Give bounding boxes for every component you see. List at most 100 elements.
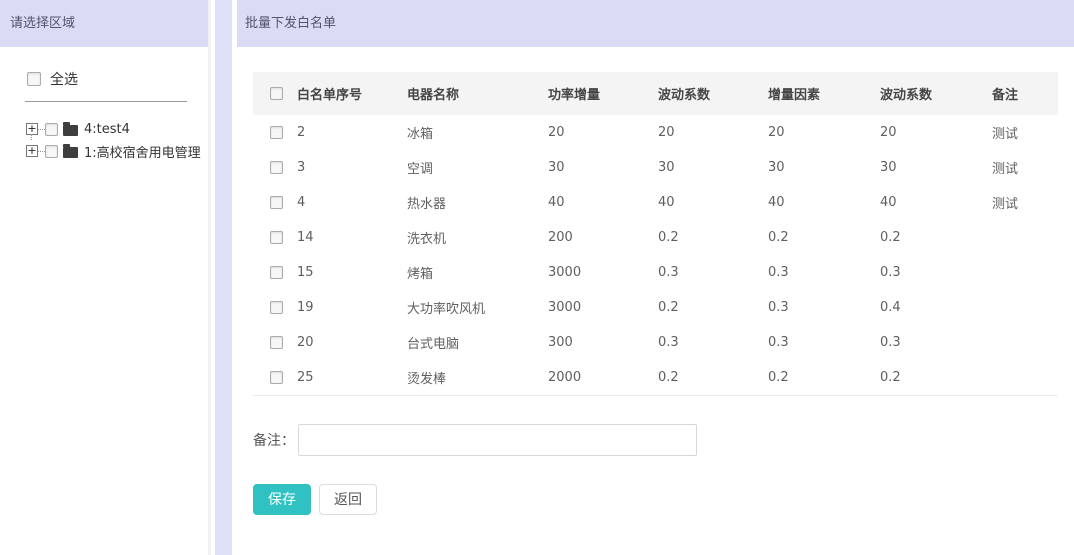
table-cell: 0.2 bbox=[768, 220, 880, 255]
table-cell: 40 bbox=[880, 185, 992, 220]
table-cell: 4 bbox=[297, 185, 407, 220]
table-header-row: 白名单序号 电器名称 功率增量 波动系数 增量因素 波动系数 备注 bbox=[253, 72, 1058, 115]
column-header: 波动系数 bbox=[880, 72, 992, 115]
column-header: 波动系数 bbox=[658, 72, 768, 115]
panel-divider-strip bbox=[215, 0, 232, 555]
row-checkbox[interactable] bbox=[270, 196, 283, 209]
table-cell: 0.2 bbox=[658, 220, 768, 255]
table-cell bbox=[992, 325, 1058, 360]
table-cell: 0.2 bbox=[658, 290, 768, 325]
table-row: 15 烤箱 3000 0.3 0.3 0.3 bbox=[253, 255, 1058, 290]
table-cell: 40 bbox=[658, 185, 768, 220]
table-cell: 25 bbox=[297, 360, 407, 395]
table-cell: 0.3 bbox=[658, 325, 768, 360]
table-cell: 0.3 bbox=[880, 255, 992, 290]
table-cell: 0.4 bbox=[880, 290, 992, 325]
table-row: 20 台式电脑 300 0.3 0.3 0.3 bbox=[253, 325, 1058, 360]
tree-node: + 4:test4 bbox=[26, 118, 208, 140]
table-cell: 2 bbox=[297, 115, 407, 150]
table-cell: 测试 bbox=[992, 150, 1058, 185]
table-cell: 烤箱 bbox=[407, 255, 548, 290]
table-cell: 300 bbox=[548, 325, 658, 360]
table-cell: 2000 bbox=[548, 360, 658, 395]
remark-label: 备注： bbox=[253, 430, 295, 450]
table-row: 4 热水器 40 40 40 40 测试 bbox=[253, 185, 1058, 220]
table-cell bbox=[992, 360, 1058, 395]
table-cell: 200 bbox=[548, 220, 658, 255]
tree-connector bbox=[38, 129, 45, 130]
table-cell: 0.2 bbox=[768, 360, 880, 395]
tree-node-checkbox[interactable] bbox=[45, 123, 58, 136]
row-checkbox[interactable] bbox=[270, 266, 283, 279]
table-cell: 0.3 bbox=[768, 255, 880, 290]
table-row: 14 洗衣机 200 0.2 0.2 0.2 bbox=[253, 220, 1058, 255]
tree-connector bbox=[38, 151, 45, 152]
table-cell: 0.2 bbox=[880, 220, 992, 255]
row-checkbox[interactable] bbox=[270, 301, 283, 314]
header-select-all-checkbox[interactable] bbox=[270, 87, 283, 100]
region-sidebar: 请选择区域 全选 + 4:test4 + 1:高校宿舍用电管理 bbox=[0, 0, 211, 555]
select-all-label[interactable]: 全选 bbox=[50, 69, 78, 89]
folder-icon bbox=[63, 125, 78, 136]
table-row: 25 烫发棒 2000 0.2 0.2 0.2 bbox=[253, 360, 1058, 395]
main-panel: 批量下发白名单 白名单序号 电器名称 功率增量 波动系数 增量因素 波动系数 备… bbox=[237, 0, 1074, 555]
table-cell bbox=[992, 255, 1058, 290]
table-cell: 0.3 bbox=[768, 290, 880, 325]
table-cell: 3000 bbox=[548, 255, 658, 290]
table-cell: 30 bbox=[658, 150, 768, 185]
table-cell: 冰箱 bbox=[407, 115, 548, 150]
row-checkbox[interactable] bbox=[270, 336, 283, 349]
region-tree: + 4:test4 + 1:高校宿舍用电管理 bbox=[26, 118, 208, 162]
page-title: 批量下发白名单 bbox=[237, 0, 1074, 47]
expand-icon[interactable]: + bbox=[26, 123, 38, 135]
table-cell: 19 bbox=[297, 290, 407, 325]
table-cell bbox=[992, 220, 1058, 255]
table-cell: 30 bbox=[880, 150, 992, 185]
remark-form-row: 备注： bbox=[253, 424, 1074, 456]
table-cell: 20 bbox=[548, 115, 658, 150]
table-cell: 热水器 bbox=[407, 185, 548, 220]
table-cell: 0.2 bbox=[658, 360, 768, 395]
table-cell: 0.2 bbox=[880, 360, 992, 395]
table-cell: 15 bbox=[297, 255, 407, 290]
sidebar-divider bbox=[25, 101, 187, 102]
table-cell: 洗衣机 bbox=[407, 220, 548, 255]
table-cell: 空调 bbox=[407, 150, 548, 185]
table-cell: 3000 bbox=[548, 290, 658, 325]
row-checkbox[interactable] bbox=[270, 126, 283, 139]
column-header: 电器名称 bbox=[407, 72, 548, 115]
row-checkbox[interactable] bbox=[270, 371, 283, 384]
whitelist-table: 白名单序号 电器名称 功率增量 波动系数 增量因素 波动系数 备注 2 冰箱 2… bbox=[253, 72, 1058, 396]
expand-icon[interactable]: + bbox=[26, 145, 38, 157]
save-button[interactable]: 保存 bbox=[253, 484, 311, 515]
table-cell bbox=[992, 290, 1058, 325]
table-cell: 0.3 bbox=[768, 325, 880, 360]
sidebar-title: 请选择区域 bbox=[0, 0, 208, 47]
table-cell: 40 bbox=[768, 185, 880, 220]
table-row: 19 大功率吹风机 3000 0.2 0.3 0.4 bbox=[253, 290, 1058, 325]
whitelist-table-wrap: 白名单序号 电器名称 功率增量 波动系数 增量因素 波动系数 备注 2 冰箱 2… bbox=[253, 72, 1074, 396]
tree-node-label[interactable]: 4:test4 bbox=[84, 122, 130, 137]
row-checkbox[interactable] bbox=[270, 161, 283, 174]
tree-node: + 1:高校宿舍用电管理 bbox=[26, 140, 208, 162]
table-cell: 测试 bbox=[992, 185, 1058, 220]
column-header: 增量因素 bbox=[768, 72, 880, 115]
tree-node-label[interactable]: 1:高校宿舍用电管理 bbox=[84, 142, 201, 161]
tree-node-checkbox[interactable] bbox=[45, 145, 58, 158]
table-cell: 0.3 bbox=[658, 255, 768, 290]
select-all-checkbox[interactable] bbox=[27, 72, 41, 86]
action-buttons-row: 保存 返回 bbox=[253, 484, 1074, 515]
table-cell: 20 bbox=[297, 325, 407, 360]
remark-input[interactable] bbox=[298, 424, 697, 456]
table-cell: 20 bbox=[768, 115, 880, 150]
table-cell: 30 bbox=[768, 150, 880, 185]
table-cell: 0.3 bbox=[880, 325, 992, 360]
column-header: 白名单序号 bbox=[297, 72, 407, 115]
column-header: 备注 bbox=[992, 72, 1058, 115]
select-all-row[interactable]: 全选 bbox=[27, 69, 208, 89]
back-button[interactable]: 返回 bbox=[319, 484, 377, 515]
row-checkbox[interactable] bbox=[270, 231, 283, 244]
folder-icon bbox=[63, 147, 78, 158]
table-cell: 大功率吹风机 bbox=[407, 290, 548, 325]
table-cell: 30 bbox=[548, 150, 658, 185]
